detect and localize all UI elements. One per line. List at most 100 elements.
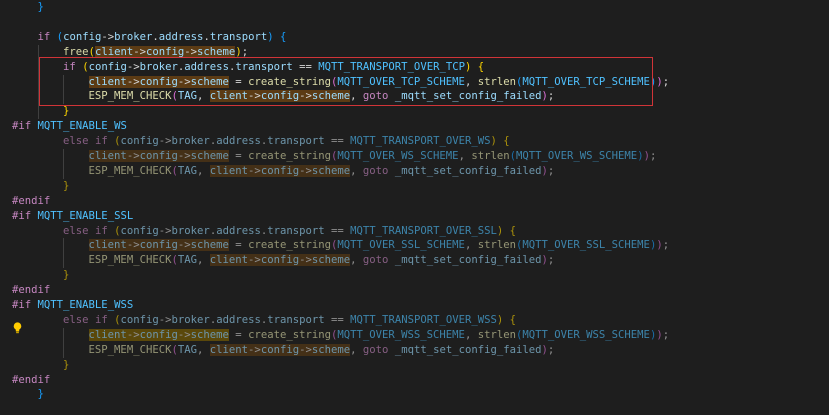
code-token: scheme [311, 90, 351, 103]
code-line[interactable]: } [12, 179, 69, 193]
code-token: -> [184, 45, 198, 58]
code-token: -> [158, 224, 172, 237]
code-token: TAG [177, 343, 197, 356]
code-token: #if [12, 120, 32, 133]
code-token: MQTT_OVER_WS_SCHEME [337, 150, 459, 162]
code-token: -> [248, 254, 261, 267]
code-token: goto [362, 254, 389, 267]
code-line[interactable]: ESP_MEM_CHECK(TAG, client->config->schem… [12, 343, 554, 357]
code-line[interactable]: else if (config->broker.address.transpor… [12, 224, 516, 238]
code-token: { [280, 30, 287, 43]
code-token: config [260, 164, 300, 177]
code-line[interactable]: client->config->scheme = create_string(M… [12, 149, 656, 163]
code-token: client [209, 164, 249, 177]
code-token: -> [101, 30, 115, 43]
code-line[interactable]: } [12, 0, 44, 14]
code-token: ; [547, 254, 555, 267]
code-token: scheme [311, 164, 351, 177]
code-token: config [145, 45, 185, 58]
code-token: client [209, 90, 249, 103]
code-line[interactable]: } [12, 387, 44, 401]
code-line[interactable]: if (config->broker.address.transport == … [12, 60, 484, 74]
code-token: -> [248, 343, 261, 356]
code-line[interactable]: } [12, 104, 69, 118]
code-token: } [37, 388, 44, 401]
code-token: broker [171, 313, 210, 326]
code-token: -> [248, 164, 261, 177]
code-token: else [63, 135, 89, 148]
code-token: config [260, 90, 300, 103]
code-token: scheme [190, 75, 229, 88]
code-token: } [63, 358, 70, 371]
code-token: , [458, 150, 472, 162]
code-line[interactable]: ESP_MEM_CHECK(TAG, client->config->schem… [12, 253, 554, 267]
code-editor[interactable]: } if (config->broker.address.transport) … [0, 0, 829, 415]
code-token: , [197, 90, 210, 103]
code-token: #endif [12, 284, 51, 297]
code-token: client [88, 239, 127, 252]
code-token: } [63, 269, 70, 282]
code-line[interactable]: } [12, 268, 69, 282]
code-line[interactable]: #endif [12, 283, 50, 297]
code-token: , [350, 254, 363, 267]
code-token: address [184, 60, 229, 73]
code-token: == [324, 224, 351, 237]
code-token: ; [547, 90, 555, 103]
code-token: , [350, 343, 363, 356]
code-token: == [324, 313, 351, 326]
code-token: MQTT_OVER_WS_SCHEME [516, 150, 638, 162]
code-token: -> [126, 150, 140, 162]
code-token: -> [299, 254, 312, 267]
code-token: scheme [311, 343, 351, 356]
code-token: -> [126, 239, 140, 252]
code-line[interactable]: client->config->scheme = create_string(M… [12, 238, 669, 252]
code-token: if [63, 60, 76, 73]
code-token: scheme [190, 239, 229, 252]
code-line[interactable]: #if MQTT_ENABLE_WSS [12, 298, 133, 312]
code-line[interactable]: #endif [12, 194, 50, 208]
code-line[interactable]: else if (config->broker.address.transpor… [12, 134, 510, 148]
code-line[interactable]: ESP_MEM_CHECK(TAG, client->config->schem… [12, 164, 554, 178]
code-token: == [324, 135, 351, 148]
code-token: create_string [248, 150, 331, 162]
code-token: goto [362, 343, 389, 356]
code-token: strlen [477, 328, 516, 341]
code-line[interactable]: free(client->config->scheme); [12, 45, 248, 59]
code-line[interactable]: client->config->scheme = create_string(M… [12, 328, 669, 342]
code-token: = [228, 75, 249, 88]
code-line[interactable]: #if MQTT_ENABLE_WS [12, 119, 127, 133]
code-token: -> [126, 60, 140, 73]
code-token: _mqtt_set_config_failed [394, 164, 542, 177]
lightbulb-icon[interactable] [13, 322, 22, 334]
code-line[interactable]: else if (config->broker.address.transpor… [12, 313, 516, 327]
code-token: strlen [477, 75, 516, 88]
code-token: -> [158, 313, 172, 326]
code-token: else [63, 224, 89, 237]
code-token: scheme [311, 254, 351, 267]
code-line[interactable]: ESP_MEM_CHECK(TAG, client->config->schem… [12, 89, 554, 103]
code-token: config [120, 313, 159, 326]
code-token: , [197, 254, 210, 267]
code-token: config [88, 60, 127, 73]
code-token: MQTT_OVER_WSS_SCHEME [337, 328, 465, 341]
code-token: ( [88, 45, 95, 58]
code-line[interactable]: #if MQTT_ENABLE_SSL [12, 209, 133, 223]
code-line[interactable]: #endif [12, 373, 50, 387]
code-line[interactable]: } [12, 358, 69, 372]
code-line[interactable]: if (config->broker.address.transport) { [12, 30, 287, 44]
code-token: } [63, 179, 70, 192]
code-token: { [509, 313, 517, 326]
code-token: -> [158, 135, 172, 148]
code-token: -> [299, 90, 312, 103]
code-line[interactable]: client->config->scheme = create_string(M… [12, 75, 669, 89]
